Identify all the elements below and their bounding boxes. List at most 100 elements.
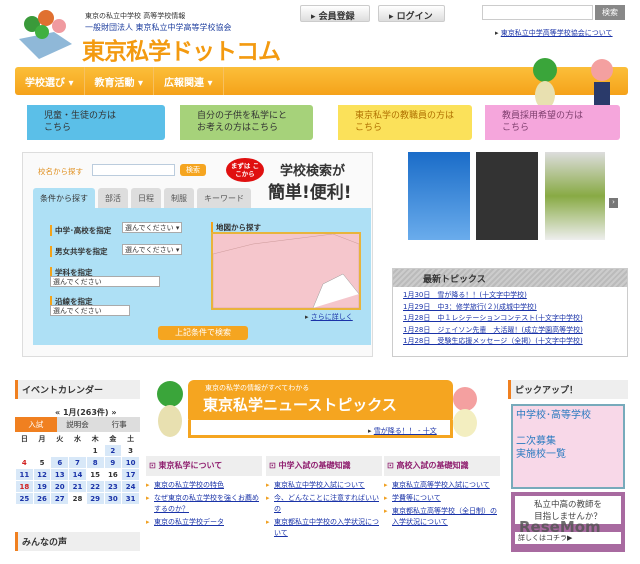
column-link[interactable]: 学費等について xyxy=(392,494,441,502)
audience-parents-button[interactable]: 自分の子供を私学にと お考えの方はこちら xyxy=(175,105,313,140)
calendar-day[interactable]: 2 xyxy=(104,445,122,456)
calendar-day[interactable]: 11 xyxy=(16,469,33,480)
select-value: 選んでください xyxy=(53,307,102,315)
calendar-day[interactable]: 6 xyxy=(51,457,69,468)
tab-clubs[interactable]: 部活 xyxy=(98,188,128,209)
association-link-text[interactable]: 東京私立中学高等学校協会について xyxy=(501,29,613,37)
brochure-thumbnail[interactable] xyxy=(476,152,538,240)
tab-schedule[interactable]: 日程 xyxy=(131,188,161,209)
card-text: 私立中高の教師を xyxy=(533,500,602,510)
calendar-day[interactable]: 10 xyxy=(122,457,139,468)
register-button[interactable]: ▸ 会員登録 xyxy=(300,5,370,22)
brochure-thumbnail[interactable] xyxy=(545,152,605,240)
calendar-day[interactable]: 12 xyxy=(33,469,51,480)
calendar-day[interactable]: 13 xyxy=(51,469,69,480)
next-month-icon[interactable]: » xyxy=(111,408,116,417)
tab-info-sessions[interactable]: 説明会 xyxy=(56,417,99,432)
calendar-day[interactable]: 21 xyxy=(69,481,86,492)
search-submit-button[interactable]: 上記条件で検索 xyxy=(158,326,248,340)
calendar-day[interactable]: 22 xyxy=(86,481,104,492)
teacher-recruit-card[interactable]: 私立中高の教師を 目指しませんか？ 詳しくはコチラ▶ ReseMom xyxy=(511,492,625,552)
next-arrow-icon[interactable]: › xyxy=(609,198,618,208)
course-select[interactable]: 選んでください xyxy=(50,276,160,287)
audience-staff-button[interactable]: 東京私学の教職員の方は こちら xyxy=(333,105,472,140)
topic-link[interactable]: 1月30日 雪が降る！！(十文字中学校) xyxy=(403,291,527,299)
topic-link[interactable]: 1月29日 中3：修学旅行(２)(成城中学校) xyxy=(403,303,537,311)
column-link[interactable]: 東京の私立学校データ xyxy=(154,518,224,526)
column-link[interactable]: 今、どんなことに注意すればいいの xyxy=(274,494,379,513)
calendar-day[interactable]: 31 xyxy=(122,493,139,504)
calendar-day[interactable]: 9 xyxy=(104,457,122,468)
nav-education[interactable]: 教育活動 ▾ xyxy=(85,67,155,95)
calendar-day[interactable]: 19 xyxy=(33,481,51,492)
tokyo-map[interactable] xyxy=(211,232,361,310)
label: 児童・生徒の方は xyxy=(44,111,117,121)
calendar-day[interactable]: 27 xyxy=(51,493,69,504)
calendar-day[interactable]: 26 xyxy=(33,493,51,504)
school-type-select[interactable]: 選んでください ▾ xyxy=(122,222,182,233)
column-link[interactable]: 東京私立高等学校入試について xyxy=(392,481,490,489)
column-link[interactable]: なぜ東京の私立学校を強くお薦めするのか？ xyxy=(154,494,259,513)
column-high-exam: ⊡ 高校入試の基礎知識東京私立高等学校入試について学費等について東京都私立高等学… xyxy=(384,456,500,530)
column-about: ⊡ 東京私学について東京の私立学校の特色なぜ東京の私立学校を強くお薦めするのか？… xyxy=(146,456,262,530)
audience-students-button[interactable]: 児童・生徒の方は こちら xyxy=(22,105,165,140)
school-type-label: 中学･高校を指定 xyxy=(50,225,111,236)
nav-school-select[interactable]: 学校選び ▾ xyxy=(15,67,85,95)
name-search-button[interactable]: 検索 xyxy=(180,164,206,176)
column-title: ⊡ 東京私学について xyxy=(146,456,262,476)
login-button[interactable]: ▸ ログイン xyxy=(378,5,445,22)
calendar-day[interactable]: 24 xyxy=(122,481,139,492)
calendar-day[interactable]: 14 xyxy=(69,469,86,480)
calendar-day[interactable]: 29 xyxy=(86,493,104,504)
line-select[interactable]: 選んでください xyxy=(50,305,130,316)
news-link-text[interactable]: 雪が降る！！ - 十文 xyxy=(374,427,437,435)
audience-recruit-button[interactable]: 教員採用希望の方は こちら xyxy=(480,105,620,140)
banner-subtitle: 東京の私学の情報がすべてわかる xyxy=(205,384,310,392)
column-link[interactable]: 東京都私立中学校の入学状況について xyxy=(274,518,379,537)
calendar-day[interactable]: 7 xyxy=(69,457,86,468)
calendar-day xyxy=(69,445,86,456)
school-name-input[interactable] xyxy=(92,164,175,176)
calendar-day[interactable]: 30 xyxy=(104,493,122,504)
calendar-day[interactable]: 1 xyxy=(87,445,104,456)
calendar-day[interactable]: 25 xyxy=(16,493,33,504)
tab-exams[interactable]: 入試 xyxy=(15,417,57,432)
calendar-day[interactable]: 23 xyxy=(104,481,122,492)
calendar-day[interactable]: 28 xyxy=(69,493,86,504)
calendar-day[interactable]: 16 xyxy=(105,469,122,480)
calendar-day[interactable]: 17 xyxy=(122,469,139,480)
topic-link[interactable]: 1月28日 受験生応援メッセージ（全掲）(十文字中学校) xyxy=(403,337,583,345)
weekday-label: 土 xyxy=(127,434,135,443)
calendar-day xyxy=(51,445,68,456)
calendar-day[interactable]: 4 xyxy=(16,457,33,468)
calendar-day[interactable]: 20 xyxy=(51,481,69,492)
site-logo[interactable]: 東京私学ドットコム xyxy=(82,32,281,66)
more-details-link[interactable]: ▸ さらに詳しく xyxy=(305,312,353,322)
month-label: 1月(263件) xyxy=(62,408,109,417)
topic-link[interactable]: 1月28日 中１レシテーションコンテスト(十文字中学校) xyxy=(403,314,583,322)
site-search-button[interactable]: 検索 xyxy=(595,5,625,20)
tab-events[interactable]: 行事 xyxy=(98,417,141,432)
brochure-thumbnail[interactable] xyxy=(408,152,470,240)
calendar-day[interactable]: 5 xyxy=(34,457,51,468)
tab-uniform[interactable]: 制服 xyxy=(164,188,194,209)
tab-conditions[interactable]: 条件から探す xyxy=(33,188,95,209)
site-search-input[interactable] xyxy=(482,5,593,20)
tab-keyword[interactable]: キーワード xyxy=(197,188,251,209)
association-link[interactable]: ▸ 東京私立中学高等学校協会について xyxy=(495,28,613,38)
nav-pr[interactable]: 広報関連 ▾ xyxy=(154,67,224,95)
calendar-day[interactable]: 18 xyxy=(16,481,33,492)
topic-link[interactable]: 1月28日 ジェイソン先輩 大活躍！(成立学園高等学校) xyxy=(403,326,583,334)
news-link[interactable]: ▸ 雪が降る！！ - 十文 xyxy=(368,426,437,436)
secondary-recruit-card[interactable]: 中学校･高等学校 二次募集 実施校一覧 xyxy=(511,404,625,489)
coed-select[interactable]: 選んでください ▾ xyxy=(122,244,182,255)
column-link[interactable]: 東京の私立学校の特色 xyxy=(154,481,224,489)
calendar-day xyxy=(34,445,51,456)
prev-month-icon[interactable]: « xyxy=(55,408,60,417)
column-link[interactable]: 東京都私立高等学校（全日制）の入学状況について xyxy=(392,507,497,526)
more-details-text[interactable]: さらに詳しく xyxy=(311,313,353,321)
calendar-day[interactable]: 15 xyxy=(87,469,104,480)
column-link[interactable]: 東京私立中学校入試について xyxy=(274,481,365,489)
calendar-day[interactable]: 8 xyxy=(86,457,104,468)
calendar-day[interactable]: 3 xyxy=(122,445,139,456)
